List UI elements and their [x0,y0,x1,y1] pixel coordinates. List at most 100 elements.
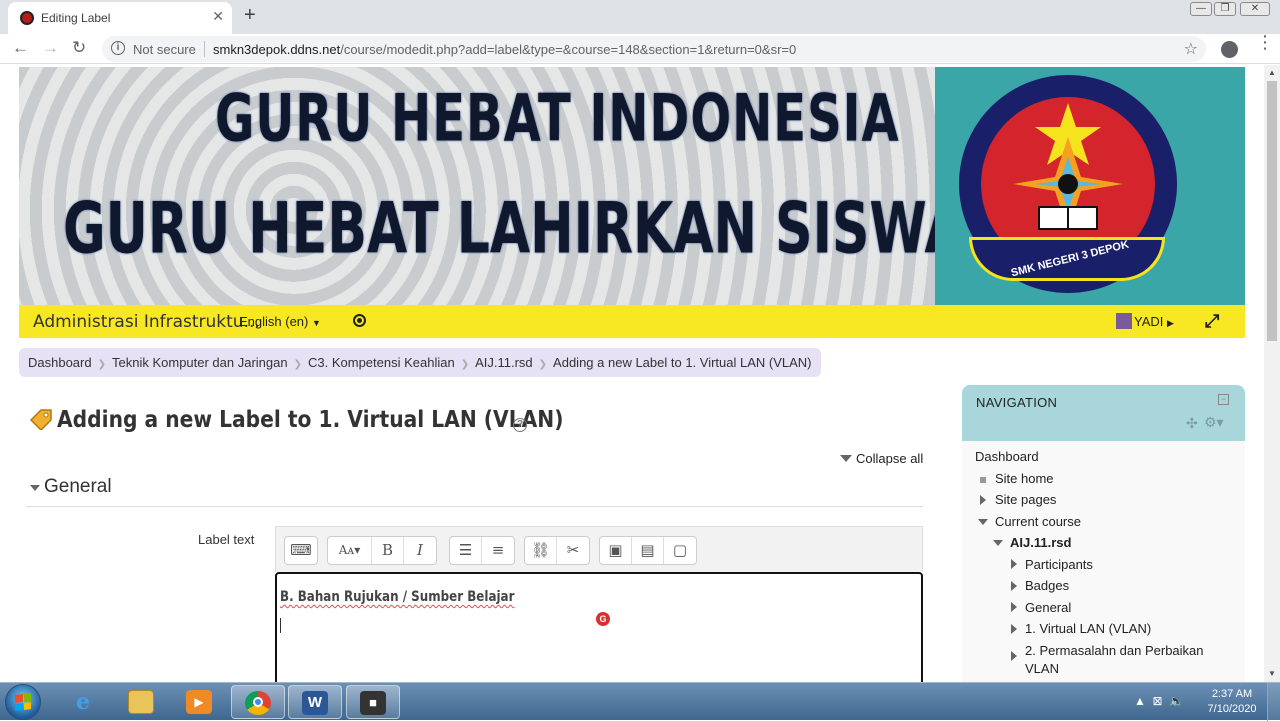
unordered-list-icon[interactable]: ☰ [450,537,482,564]
chrome-icon [245,691,271,715]
breadcrumb-separator-icon: ❯ [293,359,302,370]
scrollbar-thumb[interactable] [1267,81,1277,341]
section-general-toggle[interactable]: General [30,476,112,498]
url-text[interactable]: smkn3depok.ddns.net/course/modedit.php?a… [213,42,796,57]
insert-media-icon[interactable]: ▤ [632,537,664,564]
grammarly-icon[interactable]: G [596,612,610,626]
site-favicon-icon [20,11,34,25]
tab-close-icon[interactable]: ✕ [212,8,224,25]
expand-arrow-icon[interactable] [1011,651,1017,661]
browser-menu-icon[interactable]: ⋮ [1256,33,1274,51]
windows-taskbar: e ▶ W ■ ▲ ⊠ 🔈 2:37 AM 7/10/2020 [0,682,1280,721]
breadcrumb-item[interactable]: AIJ.11.rsd [475,348,533,377]
nav-item-section-2[interactable]: 2. Permasalahn dan Perbaikan [1025,643,1204,658]
paragraph-styles-icon[interactable]: Aᴀ▾ [328,537,372,564]
fullscreen-expand-icon[interactable]: ⤢ [1205,311,1219,332]
breadcrumb-current[interactable]: Adding a new Label to 1. Virtual LAN (VL… [553,348,811,377]
editor-paragraph[interactable]: B. Bahan Rujukan / Sumber Belajar [280,589,514,605]
block-settings-gear-icon[interactable]: ⚙▾ [1204,414,1224,431]
nav-item-course[interactable]: AIJ.11.rsd [1010,535,1071,550]
breadcrumb-item[interactable]: C3. Kompetensi Keahlian [308,348,455,377]
start-button[interactable] [5,684,41,720]
nav-item-badges[interactable]: Badges [1025,578,1069,593]
nav-item-general[interactable]: General [1025,600,1071,615]
site-banner: GURU HEBAT INDONESIA GURU HEBAT LAHIRKAN… [19,67,1245,305]
nav-item-section-1[interactable]: 1. Virtual LAN (VLAN) [1025,621,1151,636]
nav-item-dashboard[interactable]: Dashboard [975,449,1039,464]
page-viewport: GURU HEBAT INDONESIA GURU HEBAT LAHIRKAN… [0,65,1264,682]
expand-arrow-icon[interactable] [1011,581,1017,591]
scroll-down-arrow-icon[interactable]: ▼ [1268,669,1276,678]
editor-content-area[interactable]: B. Bahan Rujukan / Sumber Belajar G [275,572,923,682]
show-desktop-button[interactable] [1267,683,1280,721]
show-more-buttons-icon[interactable]: ⌨ [285,537,317,564]
reload-icon[interactable]: ↻ [72,38,86,58]
camera-icon: ■ [360,691,386,715]
not-secure-label[interactable]: Not secure [133,42,196,57]
move-block-icon[interactable]: ✣ [1186,415,1198,432]
expand-arrow-icon[interactable] [1011,602,1017,612]
nav-item-section-2-cont[interactable]: VLAN [1025,661,1059,676]
toolbar-group: ▣ ▤ ▢ [599,536,697,565]
nav-item-site-pages[interactable]: Site pages [995,492,1056,507]
forward-arrow-icon[interactable]: → [42,38,59,58]
breadcrumb-separator-icon: ❯ [538,359,548,370]
unlink-icon[interactable]: ✂ [557,537,589,564]
banner-logo-panel: SMK NEGERI 3 DEPOK [935,67,1245,305]
site-info-icon[interactable]: i [111,41,125,55]
ordered-list-icon[interactable]: ≡ [482,537,514,564]
taskbar-word[interactable]: W [288,685,342,719]
scroll-up-arrow-icon[interactable]: ▲ [1268,68,1276,77]
bookmark-star-icon[interactable]: ☆ [1184,39,1198,59]
taskbar-camera-app[interactable]: ■ [346,685,400,719]
taskbar-internet-explorer[interactable]: e [57,685,111,719]
collapse-arrow-icon[interactable] [978,519,988,525]
browser-tab[interactable]: Editing Label ✕ [8,2,232,34]
page-scrollbar[interactable]: ▲ ▼ [1264,65,1280,682]
user-avatar [1116,313,1132,329]
navigation-tree: Dashboard Site home Site pages Current c… [962,441,1245,682]
block-minimize-icon[interactable]: − [1218,394,1229,405]
language-menu[interactable]: English (en) ▼ [239,314,321,329]
nav-item-current-course[interactable]: Current course [995,514,1081,529]
link-icon[interactable]: ⛓ [525,537,557,564]
window-close-button[interactable]: ✕ [1240,2,1270,16]
expand-arrow-icon[interactable] [1011,559,1017,569]
address-bar[interactable]: i Not secure smkn3depok.ddns.net/course/… [102,36,1206,62]
windows-logo-icon [15,693,31,711]
bold-icon[interactable]: B [372,537,404,564]
back-arrow-icon[interactable]: ← [12,38,29,58]
user-name: YADI [1134,314,1164,329]
collapse-all-label: Collapse all [856,451,924,466]
breadcrumb-item[interactable]: Dashboard [28,348,92,377]
taskbar-media-player[interactable]: ▶ [173,685,227,719]
tab-title: Editing Label [41,11,111,25]
expand-arrow-icon[interactable] [1011,624,1017,634]
manage-files-icon[interactable]: ▢ [664,537,696,564]
window-minimize-button[interactable]: — [1190,2,1212,16]
breadcrumb-item[interactable]: Teknik Komputer dan Jaringan [112,348,288,377]
expand-arrow-icon[interactable] [980,495,986,505]
collapse-arrow-icon[interactable] [993,540,1003,546]
nav-item-site-home[interactable]: Site home [995,471,1054,486]
toolbar-group: ⌨ [284,536,318,565]
user-menu[interactable]: YADI ▶ [1116,313,1174,329]
taskbar-clock[interactable]: 2:37 AM 7/10/2020 [1206,687,1258,717]
window-restore-button[interactable]: ❐ [1214,2,1236,16]
site-name-link[interactable]: Administrasi Infrastruktu... [33,312,260,332]
clock-time: 2:37 AM [1211,688,1253,700]
collapse-triangle-icon [840,455,852,462]
help-icon[interactable]: ? [513,418,527,432]
taskbar-chrome[interactable] [231,685,285,719]
italic-icon[interactable]: I [404,537,436,564]
insert-image-icon[interactable]: ▣ [600,537,632,564]
system-tray[interactable]: ▲ ⊠ 🔈 [1134,694,1184,708]
url-path: /course/modedit.php?add=label&type=&cour… [340,42,797,57]
profile-avatar-icon[interactable] [1221,41,1238,58]
collapse-all-link[interactable]: Collapse all [840,451,923,466]
taskbar-file-explorer[interactable] [115,685,169,719]
new-tab-button[interactable]: + [244,4,256,27]
word-icon: W [302,691,328,715]
nav-item-participants[interactable]: Participants [1025,557,1093,572]
target-circle-icon[interactable] [353,314,366,327]
